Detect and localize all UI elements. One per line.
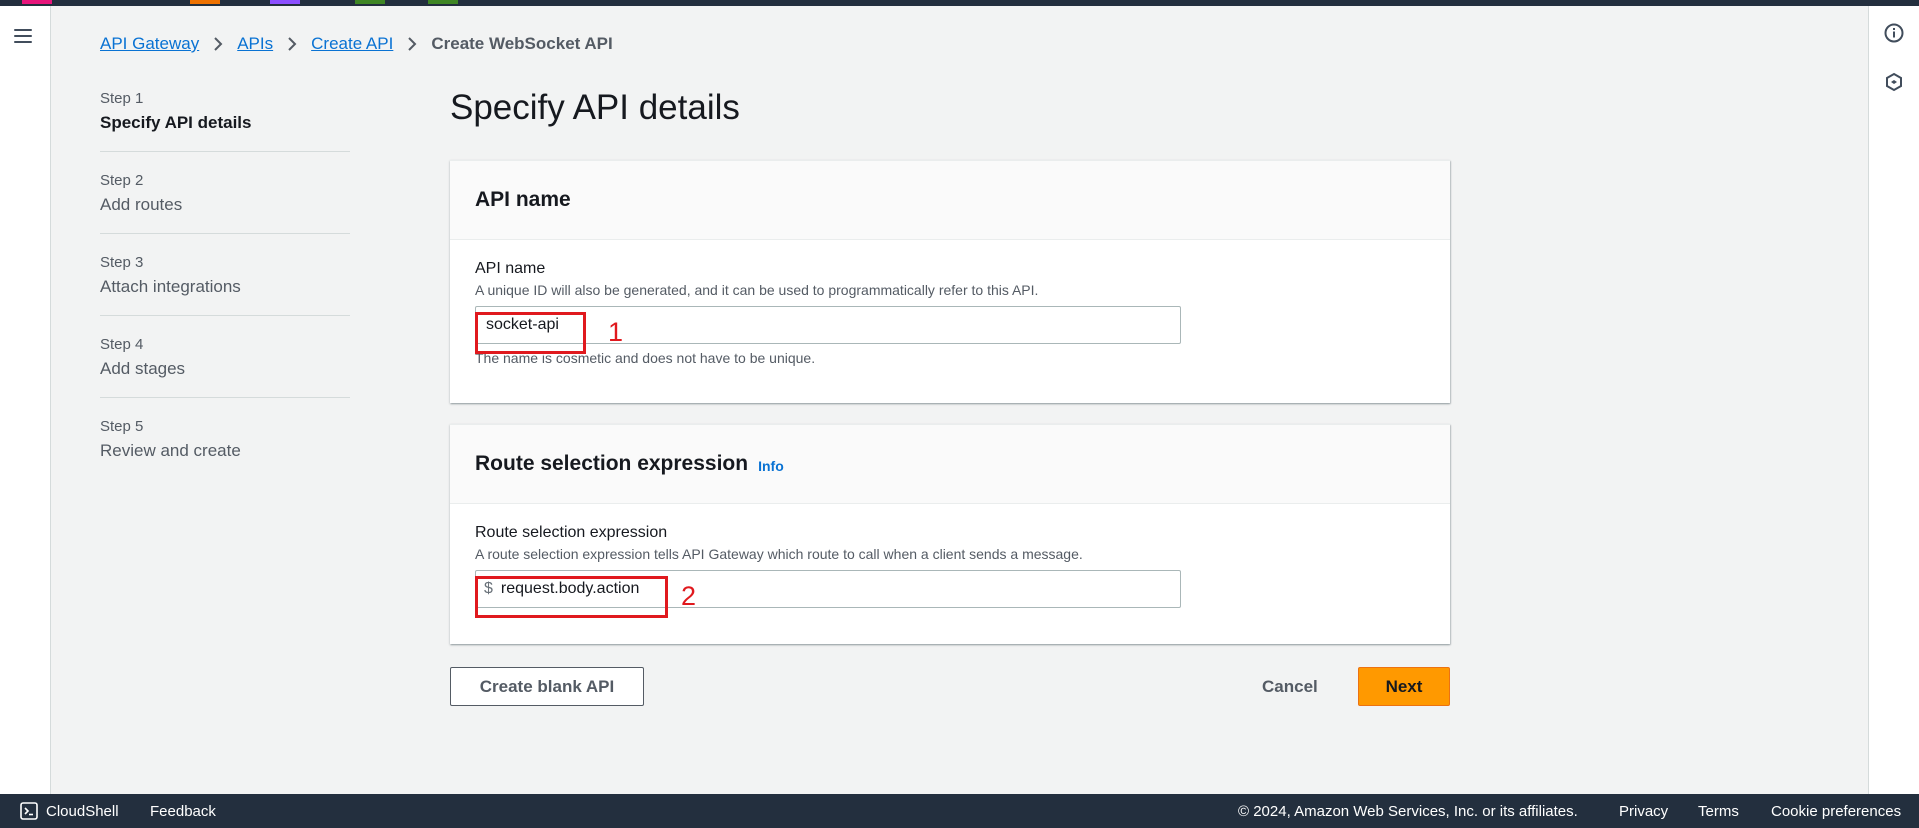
route-selection-description: A route selection expression tells API G…: [475, 546, 1083, 562]
copyright-text: © 2024, Amazon Web Services, Inc. or its…: [1238, 802, 1578, 820]
info-icon[interactable]: [1884, 23, 1904, 43]
step-number: Step 2: [100, 172, 144, 189]
create-blank-api-button[interactable]: Create blank API: [450, 667, 644, 706]
route-selection-label: Route selection expression: [475, 524, 668, 541]
step-number: Step 5: [100, 418, 144, 435]
breadcrumb-current: Create WebSocket API: [431, 34, 613, 53]
wizard-step-5: Step 5 Review and create: [100, 418, 350, 479]
annotation-number: 2: [681, 581, 697, 611]
step-label[interactable]: Review and create: [100, 441, 350, 461]
top-navigation-bar: [0, 0, 1919, 6]
breadcrumb-link-create-api[interactable]: Create API: [311, 34, 393, 54]
cancel-button[interactable]: Cancel: [1262, 667, 1318, 706]
step-label[interactable]: Add routes: [100, 195, 350, 215]
wizard-step-1: Step 1 Specify API details: [100, 90, 350, 152]
step-label: Specify API details: [100, 113, 252, 132]
chevron-right-icon: [287, 36, 297, 52]
step-number: Step 3: [100, 254, 144, 271]
service-tab-marker: [270, 0, 300, 4]
cloudshell-label: CloudShell: [46, 802, 119, 820]
step-label[interactable]: Add stages: [100, 359, 350, 379]
right-tools-rail: [1868, 6, 1919, 794]
panel-header: Route selection expression Info: [450, 425, 1450, 504]
panel-title: API name: [475, 188, 571, 211]
api-name-description: A unique ID will also be generated, and …: [475, 282, 1039, 298]
service-tab-marker: [428, 0, 458, 4]
step-number: Step 1: [100, 90, 144, 107]
wizard-steps: Step 1 Specify API details Step 2 Add ro…: [100, 90, 350, 499]
service-tab-marker: [22, 0, 52, 4]
wizard-step-2: Step 2 Add routes: [100, 172, 350, 234]
wizard-step-4: Step 4 Add stages: [100, 336, 350, 398]
panel-body: API name A unique ID will also be genera…: [450, 240, 1450, 366]
api-name-label: API name: [475, 260, 546, 277]
breadcrumb-link-api-gateway[interactable]: API Gateway: [100, 34, 199, 54]
cloudshell-button[interactable]: CloudShell: [20, 802, 119, 820]
annotation-highlight-box: [475, 312, 586, 354]
api-name-hint: The name is cosmetic and does not have t…: [475, 350, 816, 366]
privacy-link[interactable]: Privacy: [1619, 803, 1668, 820]
help-panel-icon[interactable]: [1884, 72, 1904, 92]
annotation-highlight-box: [475, 576, 668, 618]
cookie-preferences-link[interactable]: Cookie preferences: [1771, 803, 1901, 820]
service-tab-marker: [355, 0, 385, 4]
step-number: Step 4: [100, 336, 144, 353]
service-tab-marker: [190, 0, 220, 4]
breadcrumb: API Gateway APIs Create API Create WebSo…: [100, 34, 613, 54]
step-label[interactable]: Attach integrations: [100, 277, 350, 297]
left-navigation-rail: [0, 6, 51, 794]
chevron-right-icon: [407, 36, 417, 52]
panel-header: API name: [450, 161, 1450, 240]
menu-icon[interactable]: [14, 29, 32, 43]
annotation-number: 1: [608, 317, 624, 347]
terminal-icon: [20, 802, 38, 820]
terms-link[interactable]: Terms: [1698, 803, 1739, 820]
wizard-step-3: Step 3 Attach integrations: [100, 254, 350, 316]
route-selection-panel: Route selection expression Info Route se…: [450, 424, 1450, 644]
footer-bar: CloudShell Feedback © 2024, Amazon Web S…: [0, 794, 1919, 828]
chevron-right-icon: [213, 36, 223, 52]
breadcrumb-link-apis[interactable]: APIs: [237, 34, 273, 54]
panel-title: Route selection expression: [475, 452, 749, 475]
panel-body: Route selection expression A route selec…: [450, 504, 1450, 618]
api-name-panel: API name API name A unique ID will also …: [450, 160, 1450, 403]
feedback-link[interactable]: Feedback: [150, 803, 216, 820]
page-title: Specify API details: [450, 88, 740, 127]
next-button[interactable]: Next: [1358, 667, 1450, 706]
info-link[interactable]: Info: [758, 458, 784, 474]
